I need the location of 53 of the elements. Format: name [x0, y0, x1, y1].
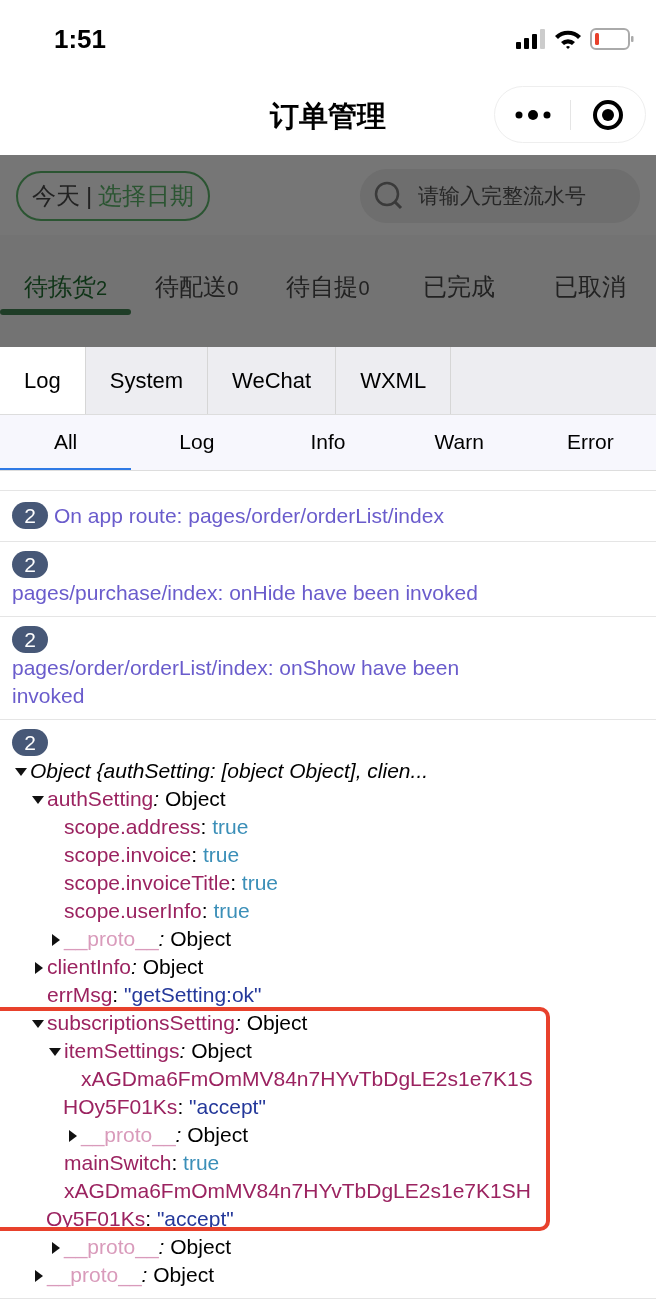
log-level-filter[interactable]: Error: [524, 415, 656, 470]
tree-row-text[interactable]: authSetting: Object: [47, 786, 226, 810]
caret-icon[interactable]: [49, 1241, 61, 1254]
console-tab[interactable]: Log: [0, 347, 86, 414]
tree-row-text[interactable]: __proto__: Object: [64, 926, 231, 950]
wifi-icon: [554, 29, 582, 49]
search-field[interactable]: 请输入完整流水号: [360, 169, 640, 223]
more-icon: [514, 109, 551, 120]
caret-icon[interactable]: [49, 933, 61, 946]
count-badge: 2: [12, 502, 48, 530]
page-title: 订单管理: [270, 98, 386, 134]
count-badge: 2: [12, 625, 48, 653]
tree-row-text[interactable]: __proto__: Object: [47, 1262, 214, 1286]
caret-icon[interactable]: [32, 1017, 44, 1030]
tree-row-text[interactable]: __proto__: Object: [81, 1122, 248, 1146]
count-badge: 2: [12, 550, 48, 578]
log-level-filter[interactable]: All: [0, 415, 132, 470]
log-message: On app route: pages/order/orderList/index: [54, 503, 444, 529]
date-divider: |: [86, 181, 93, 211]
caret-icon[interactable]: [15, 765, 27, 778]
caret-icon[interactable]: [32, 793, 44, 806]
search-icon: [374, 181, 404, 211]
tree-row-text: scope.invoiceTitle: true: [64, 870, 278, 894]
tree-row-text[interactable]: Object {authSetting: [object Object], clien...: [30, 758, 429, 782]
today-label: 今天: [32, 181, 80, 211]
log-message: pages/purchase/index: onHide have been invoked: [12, 579, 479, 606]
tree-row-text[interactable]: clientInfo: Object: [47, 954, 204, 978]
date-picker-button[interactable]: 今天 | 选择日期: [16, 171, 211, 221]
tree-row-text: mainSwitch: true: [64, 1150, 220, 1174]
count-badge: 2: [12, 728, 48, 756]
caret-icon[interactable]: [49, 1045, 61, 1058]
date-pick-label: 选择日期: [98, 181, 195, 211]
search-input[interactable]: 请输入完整流水号: [418, 180, 618, 212]
tree-row-text[interactable]: subscriptionsSetting: Object: [47, 1010, 308, 1034]
tree-row-text[interactable]: __proto__: Object: [64, 1234, 231, 1258]
tree-row-text: scope.invoice: true: [64, 842, 240, 866]
log-level-filter[interactable]: Info: [262, 415, 394, 470]
tree-row-text[interactable]: itemSettings: Object: [64, 1038, 252, 1062]
log-level-filter[interactable]: Warn: [393, 415, 525, 470]
tree-row-text: scope.address: true: [64, 814, 249, 838]
tree-row-text: xAGDma6FmOmMV84n7HYvTbDgLE2s1e7K1SHOy5F01Ks: "accept": [63, 1066, 533, 1118]
tree-row-text: scope.userInfo: true: [64, 898, 250, 922]
record-icon: [592, 98, 624, 131]
caret-icon[interactable]: [32, 1269, 44, 1282]
tree-row-text: xAGDma6FmOmMV84n7HYvTbDgLE2s1e7K1SHOy5F01Ks: "accept": [46, 1178, 531, 1230]
tree-row-text: errMsg: "getSetting:ok": [47, 982, 262, 1006]
battery-icon: [590, 28, 634, 50]
caret-icon[interactable]: [66, 1129, 78, 1142]
log-message: pages/order/orderList/index: onShow have been invoked: [12, 654, 461, 709]
status-time: 1:51: [54, 22, 107, 56]
log-level-filter[interactable]: Log: [131, 415, 263, 470]
caret-icon[interactable]: [32, 961, 44, 974]
signal-icon: [516, 29, 546, 49]
